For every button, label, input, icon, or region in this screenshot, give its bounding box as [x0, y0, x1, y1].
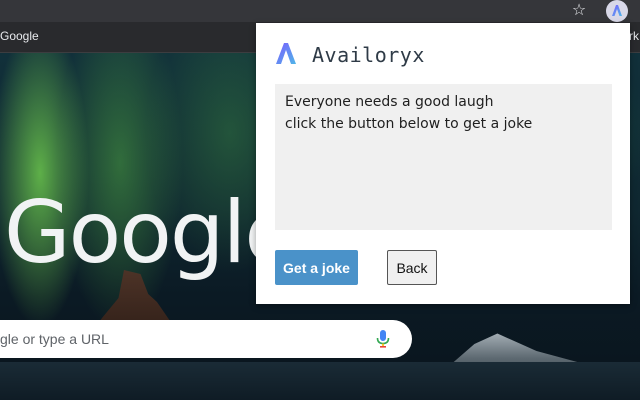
google-logo: Google — [4, 183, 297, 283]
bookmark-overflow[interactable]: rk — [629, 29, 639, 43]
search-box[interactable] — [0, 320, 412, 358]
browser-toolbar: ☆ — [0, 0, 640, 22]
extension-button[interactable] — [606, 0, 628, 22]
star-icon[interactable]: ☆ — [571, 0, 587, 20]
extension-popup: Availoryx Everyone needs a good laugh cl… — [256, 23, 630, 304]
background-water — [0, 362, 640, 400]
back-button[interactable]: Back — [387, 250, 437, 285]
joke-line-1: Everyone needs a good laugh — [285, 94, 494, 110]
search-input[interactable] — [0, 320, 370, 358]
joke-line-2: click the button below to get a joke — [285, 116, 533, 132]
microphone-icon[interactable] — [376, 330, 390, 348]
popup-title: Availoryx — [312, 43, 425, 67]
availoryx-logo-icon — [276, 43, 296, 64]
joke-text-area: Everyone needs a good laugh click the bu… — [275, 84, 612, 230]
availoryx-extension-icon — [612, 5, 622, 16]
bookmark-google[interactable]: Google — [0, 29, 39, 43]
get-joke-button[interactable]: Get a joke — [275, 250, 358, 285]
